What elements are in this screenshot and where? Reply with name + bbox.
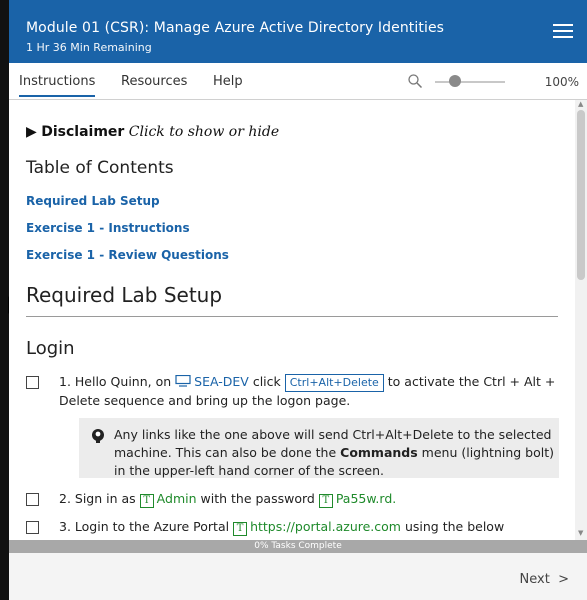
- lightbulb-icon: [92, 429, 104, 443]
- time-remaining: 1 Hr 36 Min Remaining: [26, 41, 152, 54]
- tab-help[interactable]: Help: [213, 74, 243, 89]
- type-text-password[interactable]: T Pa55w.rd.: [318, 491, 396, 508]
- section-title: Required Lab Setup: [26, 283, 223, 307]
- login-heading: Login: [26, 338, 75, 359]
- search-icon[interactable]: [407, 73, 423, 89]
- progress-label: 0% Tasks Complete: [254, 541, 342, 551]
- lab-window: Module 01 (CSR): Manage Azure Active Dir…: [0, 0, 587, 600]
- task-2-text: 2. Sign in as T Admin with the password T…: [59, 491, 397, 508]
- machine-link-sea-dev[interactable]: SEA-DEV: [175, 374, 249, 389]
- toc-link-exercise-1-instructions[interactable]: Exercise 1 - Instructions: [26, 221, 190, 235]
- scroll-down-icon[interactable]: ▼: [578, 529, 583, 537]
- type-text-icon: T: [318, 494, 333, 508]
- zoom-slider[interactable]: [435, 81, 505, 83]
- zoom-control: 100%: [399, 71, 579, 93]
- task-3-checkbox[interactable]: [26, 521, 39, 534]
- tab-instructions[interactable]: Instructions: [19, 74, 96, 97]
- zoom-value: 100%: [544, 75, 579, 89]
- instructions-panel: ▶ Disclaimer Click to show or hide Table…: [9, 100, 575, 540]
- disclaimer-label: Disclaimer: [41, 124, 125, 140]
- type-text-admin[interactable]: T Admin: [139, 491, 197, 508]
- footer-bar: Next >: [9, 553, 587, 600]
- type-text-icon: T: [139, 494, 154, 508]
- scroll-thumb[interactable]: [577, 110, 585, 280]
- task-progress-bar: 0% Tasks Complete: [9, 540, 587, 553]
- toc-link-required-lab-setup[interactable]: Required Lab Setup: [26, 194, 160, 208]
- task-1-text: 1. Hello Quinn, on SEA-DEV click Ctrl+Al…: [59, 374, 556, 408]
- toc-link-exercise-1-review[interactable]: Exercise 1 - Review Questions: [26, 248, 229, 262]
- disclaimer-hint: Click to show or hide: [128, 124, 280, 140]
- scroll-up-icon[interactable]: ▲: [578, 100, 583, 108]
- disclaimer-toggle[interactable]: ▶ Disclaimer Click to show or hide: [26, 124, 279, 140]
- content-scrollbar[interactable]: ▲ ▼: [575, 100, 587, 540]
- commands-menu-label: Commands: [340, 445, 418, 460]
- type-text-portal-url[interactable]: Thttps://portal.azure.com: [233, 519, 401, 536]
- note-callout: Any links like the one above will send C…: [79, 418, 559, 478]
- zoom-slider-thumb[interactable]: [449, 75, 461, 87]
- toc-title: Table of Contents: [26, 158, 174, 178]
- type-text-icon: T: [233, 522, 248, 536]
- section-divider: [26, 316, 558, 317]
- task-3-text: 3. Login to the Azure Portal Thttps://po…: [59, 519, 505, 536]
- task-1-checkbox[interactable]: [26, 376, 39, 389]
- monitor-icon: [175, 375, 191, 387]
- module-title: Module 01 (CSR): Manage Azure Active Dir…: [26, 20, 445, 36]
- tab-bar: Instructions Resources Help 100%: [9, 63, 587, 100]
- task-2-checkbox[interactable]: [26, 493, 39, 506]
- chevron-right-icon: >: [553, 572, 569, 587]
- tab-resources[interactable]: Resources: [121, 74, 187, 89]
- note-text: Any links like the one above will send C…: [114, 427, 554, 478]
- ctrl-alt-delete-button[interactable]: Ctrl+Alt+Delete: [284, 374, 384, 392]
- next-button[interactable]: Next >: [520, 572, 569, 587]
- header-bar: Module 01 (CSR): Manage Azure Active Dir…: [9, 0, 587, 63]
- hamburger-icon[interactable]: [553, 24, 573, 38]
- expand-arrow-icon: ▶: [26, 124, 37, 140]
